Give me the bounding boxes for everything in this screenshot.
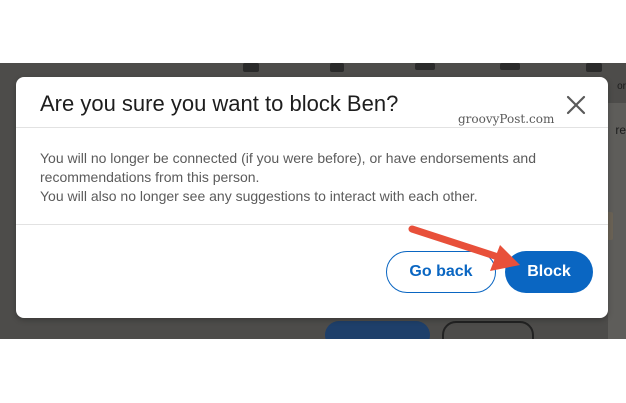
nav-icon xyxy=(500,63,520,70)
dialog-title: Are you sure you want to block Ben? xyxy=(40,91,399,116)
nav-icon xyxy=(330,63,344,72)
background-message-button xyxy=(325,321,430,339)
body-text-line: You will no longer be connected (if you … xyxy=(40,150,537,185)
divider xyxy=(16,224,608,225)
close-icon[interactable] xyxy=(564,93,588,117)
divider xyxy=(16,127,608,128)
go-back-button[interactable]: Go back xyxy=(386,251,496,293)
nav-icon xyxy=(586,63,602,72)
dialog-body: You will no longer be connected (if you … xyxy=(40,149,590,206)
background-more-button xyxy=(442,321,534,339)
nav-icon xyxy=(243,63,259,72)
background-text: or xyxy=(617,81,626,92)
watermark: groovyPost.com xyxy=(458,112,555,126)
nav-icon xyxy=(415,63,435,70)
background-text: re xyxy=(615,123,626,137)
body-text-line: You will also no longer see any suggesti… xyxy=(40,188,478,204)
block-button[interactable]: Block xyxy=(505,251,593,293)
block-dialog: Are you sure you want to block Ben? groo… xyxy=(16,77,608,318)
